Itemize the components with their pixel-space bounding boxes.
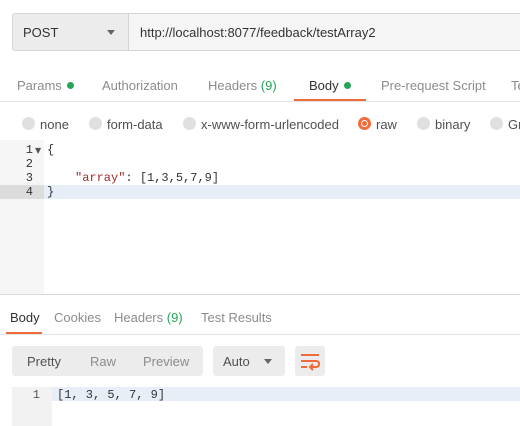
tab-headers[interactable]: Headers (9) <box>208 78 277 93</box>
pretty-button[interactable]: Pretty <box>27 354 61 369</box>
response-tab-headers[interactable]: Headers (9) <box>114 310 183 325</box>
tab-body[interactable]: Body <box>309 78 351 93</box>
method-selector[interactable]: POST <box>12 13 128 51</box>
response-line-number: 1 <box>32 388 40 402</box>
radio-graphql-label[interactable]: Gr <box>508 117 520 132</box>
body-active-dot <box>343 82 351 89</box>
tab-pre-request-label: Pre-request Script <box>381 78 486 93</box>
chevron-down-icon <box>107 30 115 35</box>
raw-button[interactable]: Raw <box>90 354 116 369</box>
fold-arrow-icon[interactable]: ▼ <box>35 146 41 155</box>
line-number: 1 <box>25 143 33 157</box>
response-body-content: [1, 3, 5, 7, 9] <box>57 388 166 402</box>
method-label: POST <box>23 25 59 40</box>
radio-graphql[interactable] <box>490 117 503 130</box>
response-tab-cookies[interactable]: Cookies <box>54 310 101 325</box>
code-line-3: "array": [1,3,5,7,9] <box>75 171 219 185</box>
tab-authorization[interactable]: Authorization <box>102 78 178 93</box>
line-number: 4 <box>25 185 33 199</box>
response-headers-count: (9) <box>166 310 183 325</box>
radio-form-data-label[interactable]: form-data <box>107 117 163 132</box>
code-line-4: } <box>47 185 55 199</box>
response-tabs-divider <box>0 334 520 335</box>
tab-body-label: Body <box>309 78 339 93</box>
wrap-lines-button[interactable] <box>295 346 325 376</box>
line-number: 3 <box>25 171 33 185</box>
radio-urlencoded-label[interactable]: x-www-form-urlencoded <box>201 117 339 132</box>
json-colon: : <box>125 171 140 185</box>
response-tab-cookies-label: Cookies <box>54 310 101 325</box>
response-tab-body[interactable]: Body <box>10 310 40 325</box>
active-line-highlight <box>44 185 520 199</box>
tab-params[interactable]: Params <box>17 78 74 93</box>
params-active-dot <box>66 82 74 89</box>
url-input[interactable]: http://localhost:8077/feedback/testArray… <box>128 13 520 51</box>
response-tab-headers-label: Headers <box>114 310 164 325</box>
code-line-1: { <box>47 143 55 157</box>
radio-binary-label[interactable]: binary <box>435 117 470 132</box>
request-body-editor[interactable] <box>0 140 520 294</box>
tab-headers-label: Headers <box>208 78 258 93</box>
radio-form-data[interactable] <box>89 117 102 130</box>
radio-none-label[interactable]: none <box>40 117 69 132</box>
tab-tests[interactable]: Te <box>511 78 520 93</box>
url-text: http://localhost:8077/feedback/testArray… <box>140 25 376 40</box>
tabs-divider <box>0 101 520 102</box>
format-label: Auto <box>223 354 250 369</box>
radio-raw-label[interactable]: raw <box>376 117 397 132</box>
radio-binary[interactable] <box>417 117 430 130</box>
radio-none[interactable] <box>22 117 35 130</box>
line-number: 2 <box>25 157 33 171</box>
json-key: "array" <box>75 171 126 185</box>
tab-params-label: Params <box>17 78 62 93</box>
radio-raw[interactable] <box>358 117 371 130</box>
response-tab-body-label: Body <box>10 310 40 325</box>
json-value: [1,3,5,7,9] <box>139 171 220 185</box>
response-tab-test-results[interactable]: Test Results <box>201 310 272 325</box>
radio-urlencoded[interactable] <box>183 117 196 130</box>
format-dropdown[interactable]: Auto <box>213 346 285 376</box>
tab-headers-count: (9) <box>260 78 277 93</box>
preview-button[interactable]: Preview <box>143 354 189 369</box>
response-tab-test-results-label: Test Results <box>201 310 272 325</box>
editor-bottom-border <box>0 294 520 295</box>
wrap-lines-icon <box>301 354 321 371</box>
tab-authorization-label: Authorization <box>102 78 178 93</box>
tab-tests-label: Te <box>511 78 520 93</box>
chevron-down-icon <box>264 359 272 364</box>
tab-pre-request-script[interactable]: Pre-request Script <box>381 78 486 93</box>
